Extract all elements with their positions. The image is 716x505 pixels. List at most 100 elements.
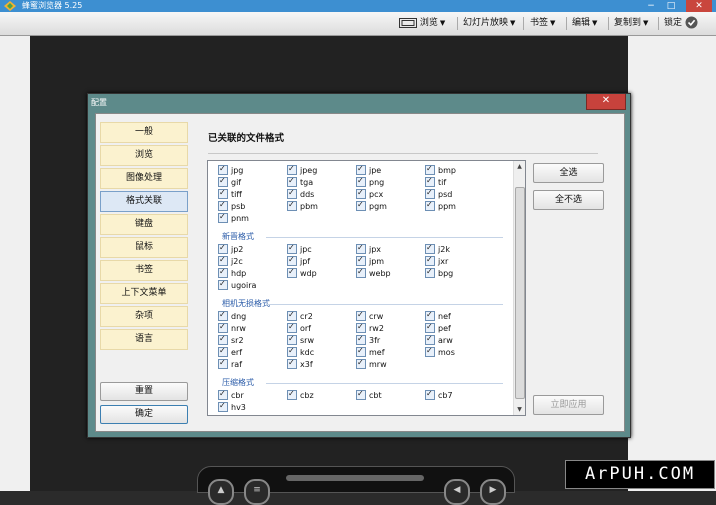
format-list[interactable]: ▲ ▼ jpg jpeg jpe bmp gif tga png tif tiff dds pcx p… (207, 160, 526, 416)
format-checkbox[interactable]: hv3 (218, 400, 246, 413)
checkbox-checked-icon (425, 345, 435, 357)
browse-icon (399, 17, 417, 28)
scroll-down-icon[interactable]: ▼ (514, 404, 525, 415)
checkbox-checked-icon (287, 175, 297, 187)
edit-menu[interactable]: 编辑 ▼ (572, 12, 597, 35)
format-checkbox[interactable]: pbm (287, 199, 318, 212)
nav-item[interactable]: 鼠标 (100, 237, 188, 258)
checkbox-checked-icon (218, 254, 228, 266)
format-label: orf (300, 324, 311, 333)
chevron-down-icon: ▼ (439, 19, 446, 27)
bookmark-label: 书签 (530, 18, 549, 28)
copy-to-menu[interactable]: 复制到 ▼ (614, 12, 648, 35)
select-none-button[interactable]: 全不选 (533, 190, 604, 210)
format-label: cbt (369, 391, 382, 400)
nav-item[interactable]: 一般 (100, 122, 188, 143)
checkbox-checked-icon (287, 242, 297, 254)
format-label: crw (369, 312, 384, 321)
up-arrow-icon[interactable]: ▲ (208, 479, 234, 505)
format-label: x3f (300, 360, 313, 369)
checkbox-checked-icon (356, 175, 366, 187)
chevron-down-icon: ▼ (643, 19, 649, 27)
checkbox-checked-icon (287, 199, 297, 211)
checkbox-checked-icon (218, 345, 228, 357)
nav-item[interactable]: 格式关联 (100, 191, 188, 212)
format-label: arw (438, 336, 453, 345)
chevron-down-icon: ▼ (592, 19, 598, 27)
checkbox-checked-icon (218, 266, 228, 278)
scroll-thumb[interactable] (515, 187, 525, 399)
format-checkbox[interactable]: ppm (425, 199, 456, 212)
format-label: tga (300, 178, 314, 187)
checkbox-checked-icon (356, 163, 366, 175)
format-label: raf (231, 360, 243, 369)
nav-item[interactable]: 键盘 (100, 214, 188, 235)
format-checkbox[interactable]: ugoira (218, 278, 256, 291)
format-label: nef (438, 312, 451, 321)
checkbox-checked-icon (356, 333, 366, 345)
lock-button[interactable]: 锁定 (664, 12, 698, 35)
vertical-scrollbar[interactable]: ▲ ▼ (513, 161, 525, 415)
checkbox-checked-icon (356, 242, 366, 254)
group-title: 压缩格式 (222, 378, 503, 387)
format-checkbox[interactable]: webp (356, 266, 391, 279)
format-checkbox[interactable]: cbz (287, 388, 314, 401)
nav-item[interactable]: 上下文菜单 (100, 283, 188, 304)
scroll-up-icon[interactable]: ▲ (514, 161, 525, 172)
nav-item[interactable]: 杂项 (100, 306, 188, 327)
next-icon[interactable]: ▶ (480, 479, 506, 505)
menu-icon[interactable]: ≡ (244, 479, 270, 505)
checkbox-checked-icon (356, 357, 366, 369)
dock-slider[interactable] (286, 475, 424, 481)
format-label: pcx (369, 190, 384, 199)
checkbox-checked-icon (425, 321, 435, 333)
minimize-button[interactable]: − (646, 0, 656, 12)
format-checkbox[interactable]: wdp (287, 266, 317, 279)
lock-label: 锁定 (664, 18, 683, 28)
format-label: wdp (300, 269, 317, 278)
checkbox-checked-icon (218, 163, 228, 175)
apply-now-button[interactable]: 立即应用 (533, 395, 604, 415)
browse-menu[interactable]: 浏览 ▼ (399, 12, 445, 35)
maximize-button[interactable]: □ (666, 0, 676, 12)
format-checkbox[interactable]: pnm (218, 211, 249, 224)
format-checkbox[interactable]: mrw (356, 357, 387, 370)
ok-button[interactable]: 确定 (100, 405, 188, 424)
checkbox-checked-icon (356, 321, 366, 333)
format-label: mos (438, 348, 455, 357)
chevron-down-icon: ▼ (510, 19, 516, 27)
format-checkbox[interactable]: pgm (356, 199, 387, 212)
nav-item[interactable]: 图像处理 (100, 168, 188, 189)
checkbox-checked-icon (287, 187, 297, 199)
reset-button[interactable]: 重置 (100, 382, 188, 401)
nav-item[interactable]: 语言 (100, 329, 188, 350)
format-label: jpc (300, 245, 312, 254)
format-checkbox[interactable]: bpg (425, 266, 453, 279)
format-label: erf (231, 348, 243, 357)
checkbox-checked-icon (425, 187, 435, 199)
slideshow-menu[interactable]: 幻灯片放映 ▼ (463, 12, 515, 35)
checkbox-checked-icon (218, 400, 228, 412)
prev-icon[interactable]: ◀ (444, 479, 470, 505)
format-label: cbz (300, 391, 314, 400)
checkbox-checked-icon (356, 388, 366, 400)
nav-item[interactable]: 浏览 (100, 145, 188, 166)
format-label: ppm (438, 202, 456, 211)
checkbox-checked-icon (425, 242, 435, 254)
format-checkbox[interactable]: mos (425, 345, 455, 358)
format-label: pbm (300, 202, 318, 211)
format-label: dds (300, 190, 315, 199)
format-checkbox[interactable]: cbt (356, 388, 382, 401)
format-checkbox[interactable]: cb7 (425, 388, 453, 401)
dialog-close-button[interactable]: ✕ (586, 94, 626, 110)
select-all-button[interactable]: 全选 (533, 163, 604, 183)
window-close-button[interactable]: ✕ (686, 0, 712, 12)
bookmark-menu[interactable]: 书签 ▼ (530, 12, 555, 35)
nav-item[interactable]: 书签 (100, 260, 188, 281)
format-label: webp (369, 269, 391, 278)
format-checkbox[interactable]: raf (218, 357, 243, 370)
format-checkbox[interactable]: x3f (287, 357, 313, 370)
section-title: 已关联的文件格式 (208, 133, 285, 144)
browse-label: 浏览 (419, 18, 438, 28)
slideshow-label: 幻灯片放映 (463, 18, 509, 28)
